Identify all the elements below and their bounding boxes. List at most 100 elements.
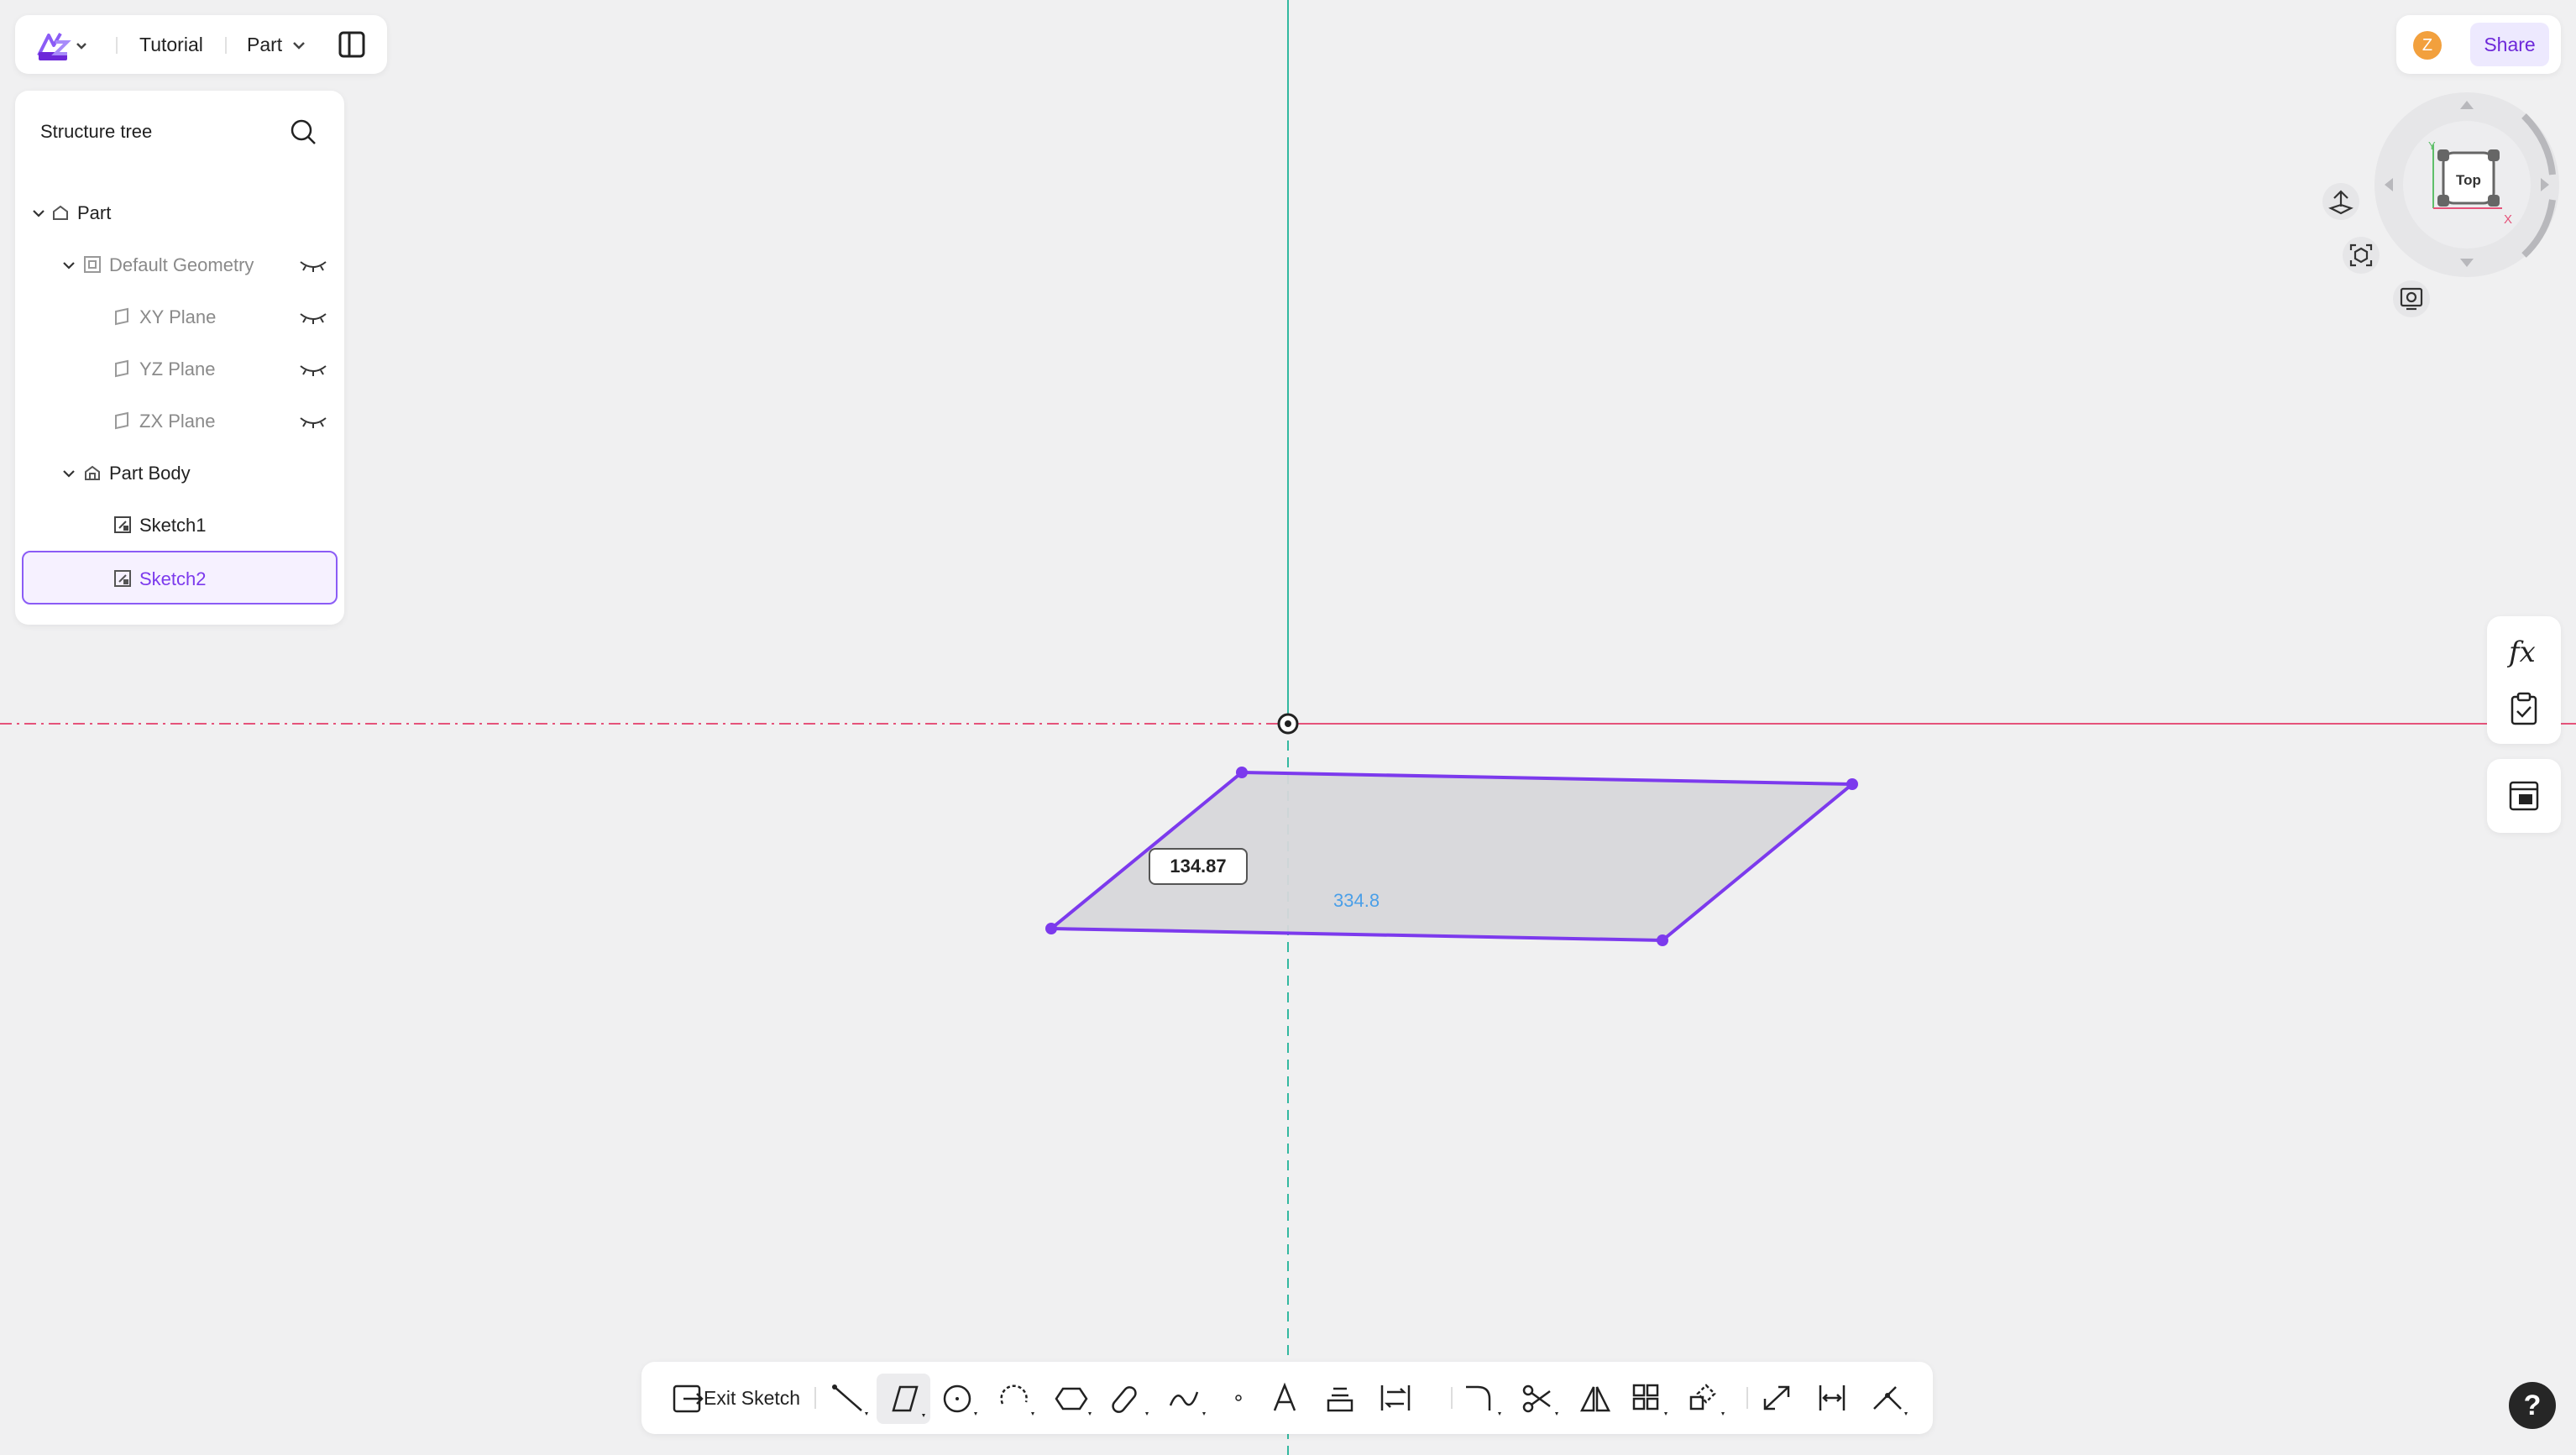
library-button[interactable] (2505, 777, 2542, 814)
checklist-button[interactable] (2505, 690, 2542, 727)
share-bar: Z Share (2396, 15, 2561, 74)
tree-item-label: ZX Plane (139, 411, 216, 432)
plane-icon (115, 359, 128, 378)
sketch-icon (114, 570, 131, 587)
arc-tool-icon[interactable] (996, 1379, 1038, 1417)
dimension-preview-label: 334.8 (1333, 890, 1380, 911)
part-icon (53, 205, 68, 220)
offset-tool-icon[interactable] (1377, 1379, 1414, 1417)
tree-item-xy-plane[interactable]: XY Plane (22, 292, 338, 341)
tree-item-label: YZ Plane (139, 359, 216, 379)
exit-sketch-label: Exit Sketch (704, 1387, 801, 1409)
exit-sketch-icon (673, 1384, 704, 1413)
parallelogram-tool-icon (892, 1385, 925, 1417)
fit-view-button[interactable] (2343, 237, 2380, 274)
share-button[interactable]: Share (2470, 23, 2549, 66)
parallelogram-tool-button[interactable] (877, 1374, 930, 1424)
structure-tree-panel: Structure tree Part Default Geometry XY … (15, 91, 344, 625)
tree-item-label: Part Body (109, 463, 191, 484)
library-panel-icon (2509, 781, 2539, 811)
spline-tool-icon[interactable] (1167, 1379, 1209, 1417)
app-logo-menu[interactable] (35, 27, 89, 64)
toggle-panel-button[interactable] (338, 30, 366, 59)
circle-tool-icon[interactable] (939, 1379, 981, 1417)
part-dropdown[interactable]: Part (247, 34, 307, 56)
tree-item-part[interactable]: Part (22, 188, 338, 237)
tree-item-label: Default Geometry (109, 254, 254, 275)
view-cube-widget[interactable]: Top Y X (2373, 91, 2566, 284)
constraint-tool-icon[interactable] (1869, 1379, 1911, 1417)
perspective-icon (2328, 190, 2353, 215)
hidden-eye-icon[interactable] (299, 363, 327, 376)
chevron-down-icon[interactable] (62, 259, 76, 272)
user-avatar[interactable]: Z (2413, 31, 2442, 60)
chevron-down-icon[interactable] (32, 207, 45, 220)
display-mode-icon (2400, 287, 2423, 311)
exit-sketch-button[interactable]: Exit Sketch (660, 1379, 804, 1417)
search-icon (291, 119, 316, 144)
perspective-button[interactable] (2322, 183, 2359, 220)
tree-item-label: Sketch2 (139, 568, 207, 589)
tree-item-part-body[interactable]: Part Body (22, 448, 338, 497)
transform-tool-icon[interactable] (1686, 1379, 1728, 1417)
hidden-eye-icon[interactable] (299, 415, 327, 428)
pattern-tool-icon[interactable] (1629, 1379, 1671, 1417)
right-tool-panel: fx (2487, 616, 2561, 744)
construction-tool-icon[interactable] (1758, 1379, 1795, 1417)
fillet-tool-icon[interactable] (1463, 1379, 1505, 1417)
right-tool-panel-2 (2487, 759, 2561, 833)
part-dropdown-label: Part (247, 34, 283, 55)
point-tool-icon[interactable] (1224, 1379, 1253, 1417)
vertex-point (1846, 778, 1858, 790)
top-bar: Tutorial Part (15, 15, 387, 74)
hidden-eye-icon[interactable] (299, 311, 327, 324)
tree-item-label: Sketch1 (139, 515, 207, 536)
tutorial-link[interactable]: Tutorial (139, 34, 203, 56)
vertex-point (1657, 934, 1668, 946)
help-button[interactable]: ? (2509, 1382, 2556, 1429)
sketch-canvas[interactable] (0, 0, 2576, 1455)
plane-icon (115, 411, 128, 430)
app-logo-icon (37, 33, 71, 60)
line-tool-icon[interactable] (830, 1379, 872, 1417)
sketch-icon (114, 516, 131, 533)
structure-tree-title: Structure tree (40, 121, 153, 142)
project-tool-icon[interactable] (1322, 1379, 1359, 1417)
sketch-toolbar: Exit Sketch (641, 1362, 1933, 1434)
formula-button[interactable]: fx (2505, 633, 2542, 670)
function-icon: fx (2506, 636, 2536, 669)
axis-x-label: X (2504, 212, 2513, 227)
trim-tool-icon[interactable] (1520, 1379, 1562, 1417)
body-icon (85, 465, 100, 480)
tree-item-label: Part (77, 202, 112, 223)
tree-item-default-geometry[interactable]: Default Geometry (22, 240, 338, 289)
tree-item-zx-plane[interactable]: ZX Plane (22, 396, 338, 445)
clipboard-check-icon (2511, 692, 2537, 725)
axis-y-label: Y (2428, 139, 2436, 152)
fit-view-icon (2349, 243, 2373, 267)
polygon-tool-icon[interactable] (1053, 1379, 1095, 1417)
chevron-down-icon (76, 43, 86, 50)
vertex-point (1236, 767, 1248, 778)
dimension-input[interactable]: 134.87 (1149, 848, 1248, 885)
text-tool-icon[interactable] (1266, 1379, 1303, 1417)
display-mode-button[interactable] (2393, 280, 2430, 317)
view-cube-face-label: Top (2456, 172, 2481, 188)
dimension-input-value: 134.87 (1170, 856, 1227, 877)
tree-item-sketch1[interactable]: Sketch1 (22, 500, 338, 549)
geometry-folder-icon (84, 256, 101, 273)
chevron-down-icon[interactable] (62, 467, 76, 480)
dimension-tool-icon[interactable] (1814, 1379, 1851, 1417)
mirror-tool-icon[interactable] (1577, 1379, 1614, 1417)
chevron-down-icon (293, 41, 306, 50)
tree-search-button[interactable] (289, 118, 317, 146)
tree-item-sketch2[interactable]: Sketch2 (22, 551, 338, 605)
tree-item-label: XY Plane (139, 306, 217, 327)
slot-tool-icon[interactable] (1110, 1379, 1152, 1417)
svg-text:fx: fx (2506, 636, 2536, 669)
vertex-point (1045, 923, 1057, 934)
panel-layout-icon (338, 31, 365, 58)
plane-icon (115, 307, 128, 326)
tree-item-yz-plane[interactable]: YZ Plane (22, 344, 338, 393)
hidden-eye-icon[interactable] (299, 259, 327, 272)
